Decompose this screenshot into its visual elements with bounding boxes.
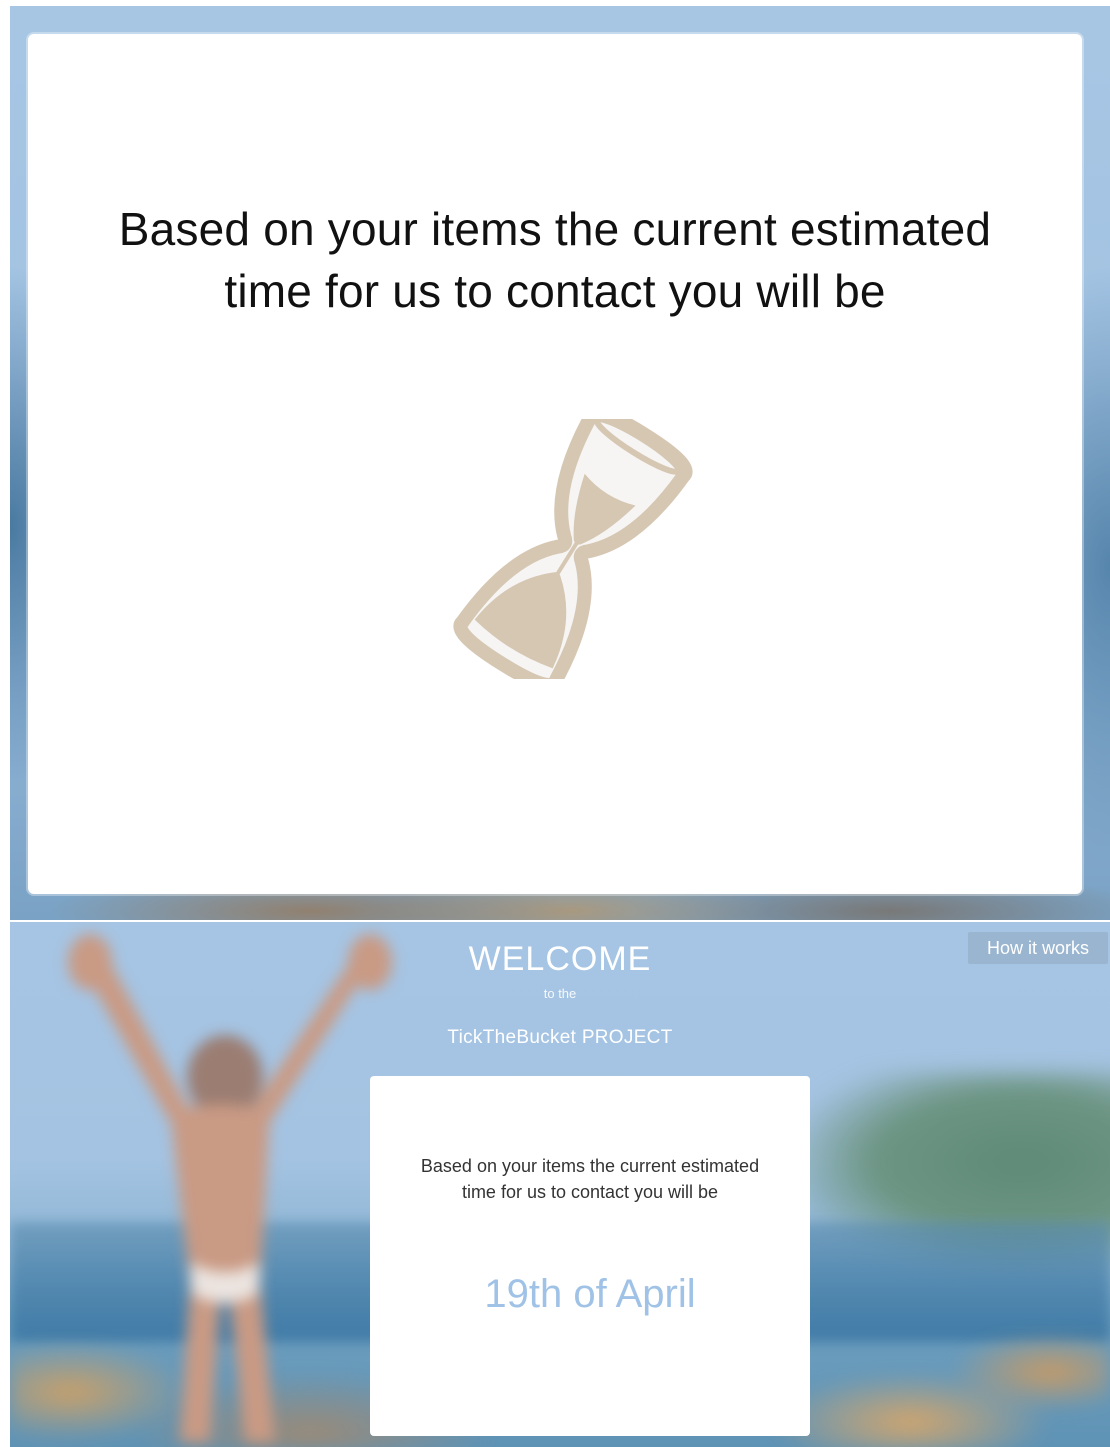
estimate-message-line-2: time for us to contact you will be (224, 265, 886, 317)
estimated-date: 19th of April (484, 1272, 696, 1316)
estimate-card-result: Based on your items the current estimate… (370, 1076, 810, 1436)
result-screen: WELCOME to the TickTheBucket PROJECT How… (10, 922, 1110, 1447)
estimate-message: Based on your items the current estimate… (370, 1153, 810, 1205)
estimate-message-line-1: Based on your items the current estimate… (420, 1156, 760, 1176)
estimate-card-loading: Based on your items the current estimate… (28, 34, 1082, 894)
estimate-message: Based on your items the current estimate… (28, 198, 1082, 322)
hourglass-icon (453, 419, 693, 679)
estimate-message-line-1: Based on your items the current estimate… (118, 203, 992, 255)
welcome-title: WELCOME (468, 940, 652, 978)
welcome-subtitle: to the (543, 986, 577, 1001)
project-name: TickTheBucket PROJECT (447, 1027, 673, 1048)
how-it-works-button[interactable]: How it works (968, 932, 1108, 964)
loading-screen: Based on your items the current estimate… (10, 6, 1110, 920)
estimate-message-line-2: time for us to contact you will be (461, 1182, 719, 1202)
